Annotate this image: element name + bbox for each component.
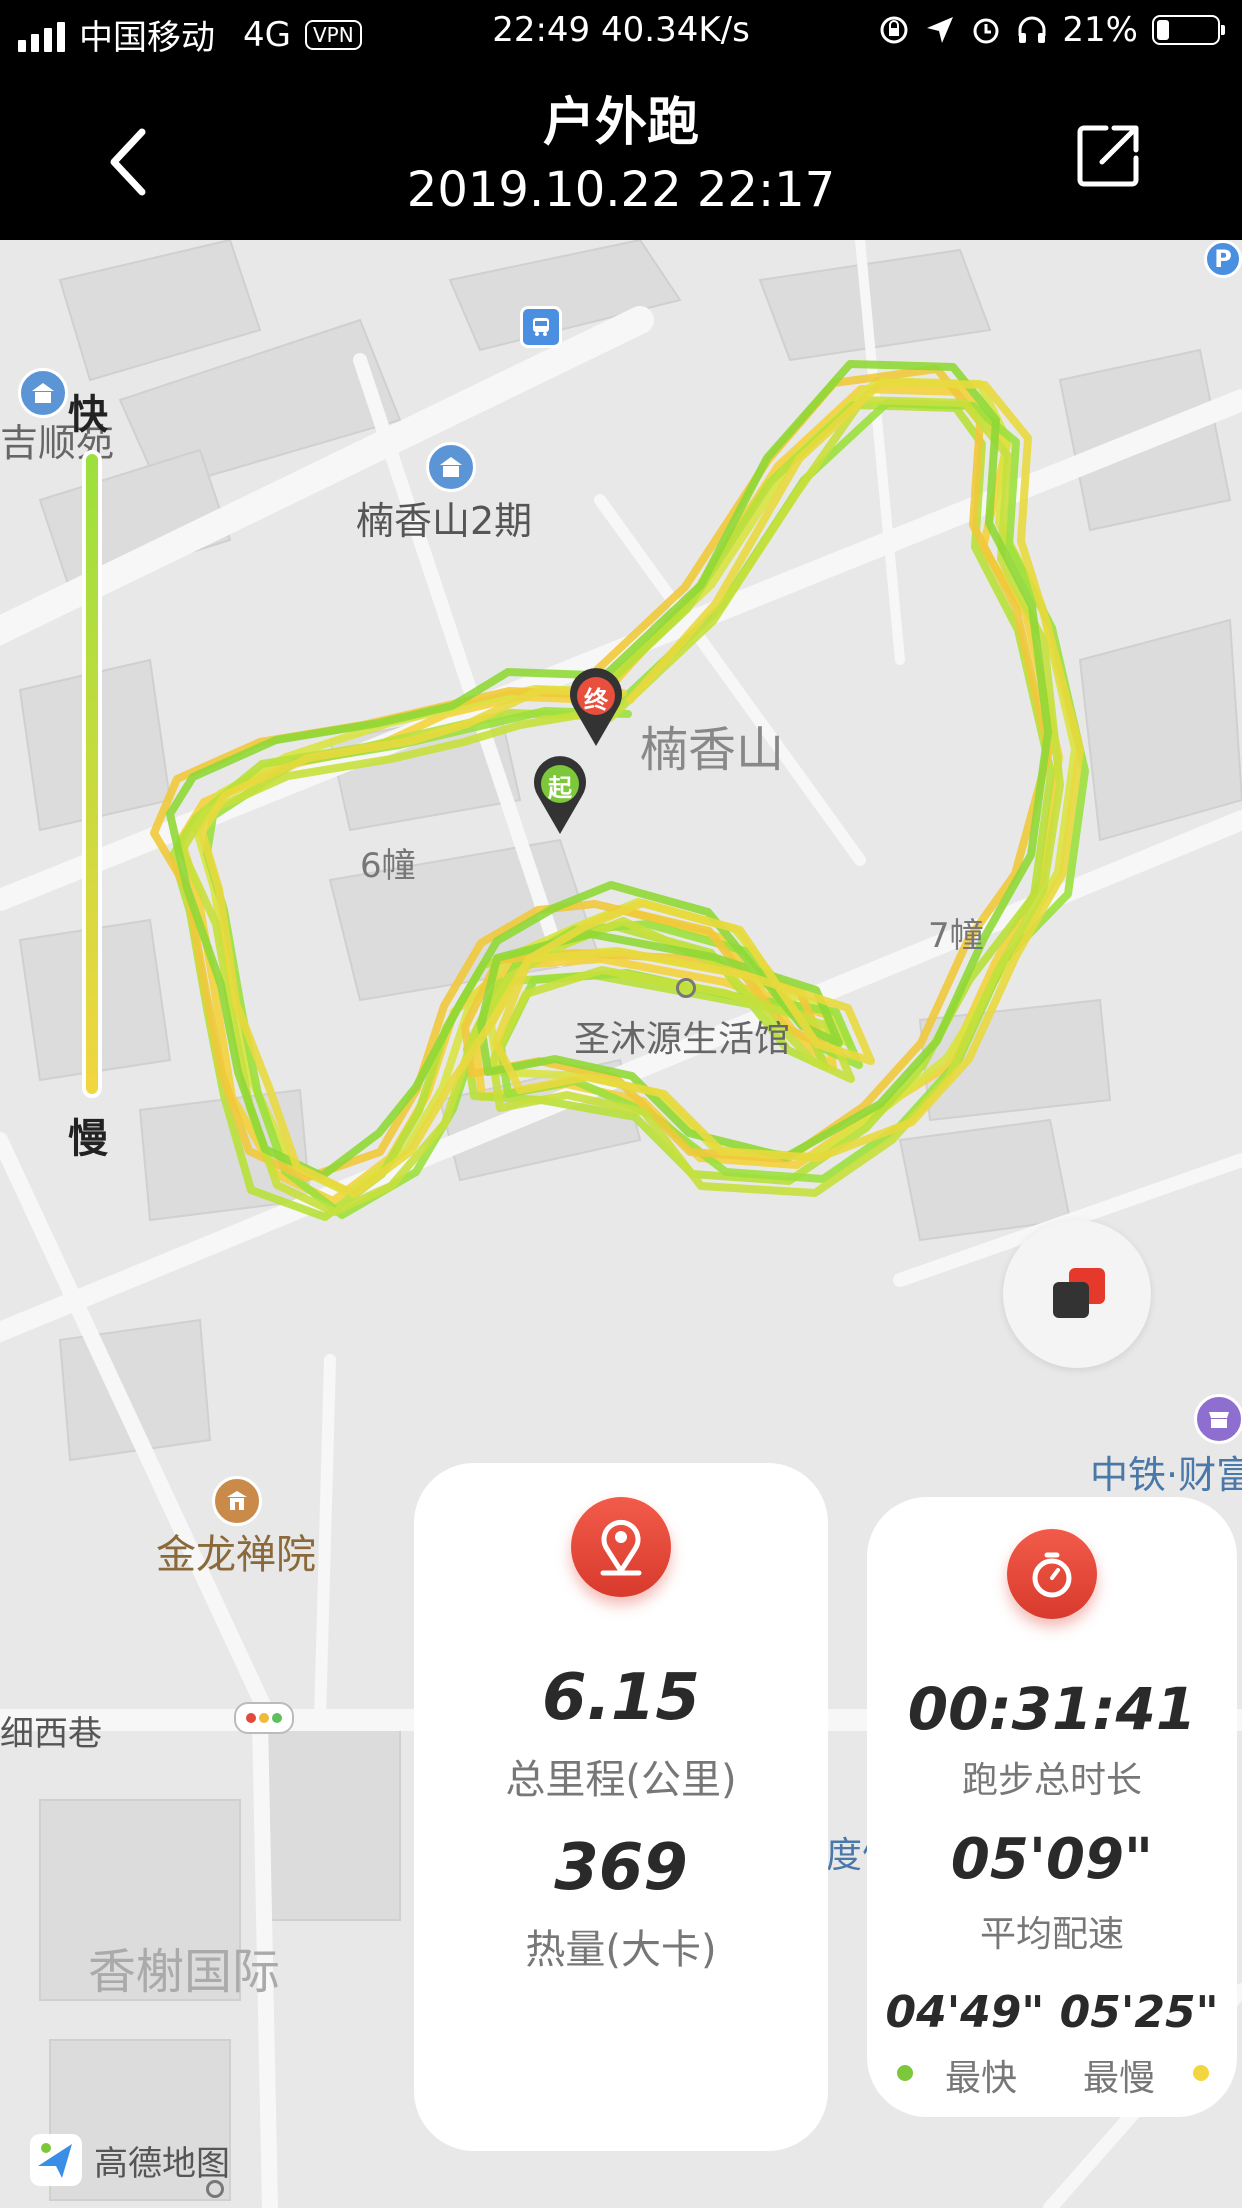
map-label-nanxiangshan-2: 楠香山2期 (356, 499, 533, 543)
map-label-xiangshu: 香榭国际 (88, 1944, 281, 2000)
amap-logo: 高德地图 (28, 2132, 230, 2188)
amap-logo-icon (30, 2134, 82, 2186)
map-label-building-7: 7幢 (928, 916, 984, 956)
start-marker-label: 起 (548, 774, 572, 802)
location-arrow-icon (924, 14, 956, 46)
map-label-zhongtie: 中铁·财富 (1090, 1453, 1242, 1497)
speed-fast-label: 快 (68, 392, 108, 438)
distance-label: 总里程(公里) (505, 1757, 737, 1803)
alarm-icon (970, 14, 1002, 46)
nav-bar: 户外跑 2019.10.22 22:17 (0, 62, 1242, 240)
status-bar: 中国移动 4G VPN 22:49 40.34K/s 21% (0, 0, 1242, 62)
start-marker[interactable]: 起 (532, 756, 588, 836)
battery-icon (1152, 15, 1225, 45)
fastest-dot-icon (897, 2065, 913, 2081)
avg-pace-value: 05'09" (950, 1827, 1154, 1892)
time-card: 00:31:41 跑步总时长 05'09" 平均配速 04'49" 05'25"… (867, 1497, 1237, 2117)
residential-poi-icon[interactable] (426, 442, 476, 492)
run-datetime: 2019.10.22 22:17 (406, 162, 836, 218)
shop-poi-icon[interactable] (1194, 1394, 1242, 1444)
location-pin-icon (571, 1497, 671, 1597)
share-button[interactable] (1074, 120, 1144, 190)
fastest-label: 最快 (945, 2058, 1018, 2099)
speed-slow-label: 慢 (68, 1116, 108, 1162)
distance-value: 6.15 (542, 1661, 700, 1735)
map-layer-button[interactable] (1003, 1220, 1151, 1368)
temple-poi-icon[interactable] (212, 1476, 262, 1526)
end-marker[interactable]: 终 (568, 668, 624, 748)
poi-dot-icon (676, 978, 696, 998)
bus-stop-icon[interactable] (520, 306, 562, 348)
headphones-icon (1016, 14, 1048, 46)
lock-rotation-icon (878, 14, 910, 46)
layers-icon (1053, 1268, 1105, 1318)
calories-label: 热量(大卡) (525, 1927, 717, 1973)
share-icon (1077, 125, 1139, 187)
slowest-dot-icon (1193, 2065, 1209, 2081)
battery-percent: 21% (1062, 10, 1138, 50)
avg-pace-label: 平均配速 (979, 1914, 1124, 1955)
end-marker-label: 终 (584, 686, 608, 714)
map-label-jinlong: 金龙禅院 (156, 1532, 316, 1578)
distance-card: 6.15 总里程(公里) 369 热量(大卡) (414, 1463, 828, 2151)
traffic-light-icon (234, 1702, 294, 1734)
parking-icon[interactable]: P (1204, 240, 1242, 278)
speed-gradient-bar (82, 450, 102, 1098)
page-title: 户外跑 (542, 93, 699, 153)
map-label-street: 细西巷 (0, 1714, 102, 1754)
stopwatch-icon (1007, 1529, 1097, 1619)
duration-value: 00:31:41 (907, 1675, 1197, 1743)
calories-value: 369 (554, 1831, 688, 1905)
slowest-label: 最慢 (1083, 2058, 1156, 2099)
map-label-shengmu: 圣沐源生活馆 (574, 1019, 791, 1060)
fastest-slowest-pace: 04'49" 05'25" (885, 1987, 1219, 2038)
poi-dot-icon (206, 2180, 224, 2198)
residential-poi-icon[interactable] (18, 368, 68, 418)
map-label-nanxiangshan: 楠香山 (640, 722, 785, 778)
map-label-building-6: 6幢 (360, 846, 416, 886)
duration-label: 跑步总时长 (961, 1760, 1142, 1801)
amap-logo-text: 高德地图 (94, 2143, 230, 2184)
